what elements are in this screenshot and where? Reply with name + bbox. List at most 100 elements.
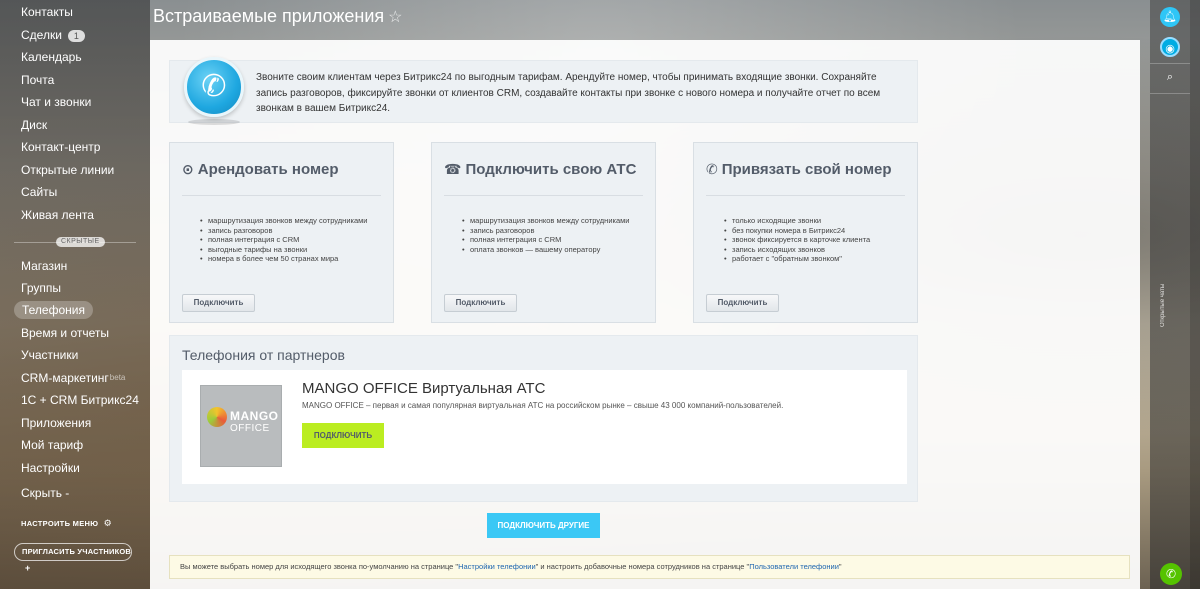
search-icon[interactable]: ⌕ — [1160, 67, 1180, 87]
counter-badge: 1 — [67, 29, 85, 42]
sidebar-item-label: Сделки — [21, 28, 62, 42]
sidebar-item-label: Открытые линии — [21, 163, 115, 177]
sidebar-item-label: Диск — [21, 118, 48, 132]
bell-icon[interactable]: 🔔︎ — [1160, 7, 1180, 27]
feature-list: только исходящие звонки без покупки номе… — [724, 216, 909, 264]
invite-members-button[interactable]: ПРИГЛАСИТЬ УЧАСТНИКОВ + — [14, 543, 132, 573]
sidebar-item-telephony[interactable]: Телефония — [0, 299, 150, 321]
footer-note: Вы можете выбрать номер для исходящего з… — [169, 555, 1130, 579]
telephony-settings-link[interactable]: Настройки телефонии — [458, 562, 536, 571]
partners-title: Телефония от партнеров — [182, 347, 345, 363]
star-icon[interactable]: ☆ — [388, 9, 402, 26]
mango-connect-button[interactable]: ПОДКЛЮЧИТЬ — [302, 423, 384, 448]
logo-text: OFFICE — [230, 423, 270, 434]
sidebar-item-groups[interactable]: Группы — [0, 277, 150, 299]
hidden-label: СКРЫТЫЕ — [56, 237, 105, 247]
list-item: полная интеграция с CRM — [200, 235, 385, 245]
partners-section: Телефония от партнеров MANGO OFFICE MANG… — [169, 335, 918, 502]
feature-list: маршрутизация звонков между сотрудниками… — [200, 216, 385, 264]
list-item: работает с "обратным звонком" — [724, 254, 909, 264]
sidebar-item-contact-center[interactable]: Контакт-центр — [0, 136, 150, 158]
sidebar-item-label: Магазин — [21, 259, 68, 273]
partner-card: MANGO OFFICE MANGO OFFICE Виртуальная АТ… — [182, 370, 907, 484]
sidebar-item-time-reports[interactable]: Время и отчеты — [0, 322, 150, 344]
sidebar-item-label: Скрыть - — [21, 486, 70, 500]
connect-pbx-button[interactable]: Подключить — [444, 294, 517, 312]
telephony-users-link[interactable]: Пользователи телефонии — [749, 562, 839, 571]
sidebar-item-settings[interactable]: Настройки — [0, 457, 150, 479]
sidebar-item-deals[interactable]: Сделки 1 — [0, 24, 150, 46]
sidebar-item-label: Настройки — [21, 461, 80, 475]
phone-icon-shadow — [188, 119, 240, 125]
sidebar-item-live-feed[interactable]: Живая лента — [0, 204, 150, 226]
sidebar-item-label: Контакт-центр — [21, 140, 101, 154]
partner-description: MANGO OFFICE – первая и самая популярная… — [302, 401, 784, 410]
panel-divider — [1150, 93, 1190, 94]
card-title: ✆ Привязать свой номер — [706, 161, 892, 178]
configure-menu-button[interactable]: НАСТРОИТЬ МЕНЮ ⚙ — [21, 519, 112, 529]
footer-text: " — [838, 562, 842, 571]
sidebar-item-my-plan[interactable]: Мой тариф — [0, 434, 150, 456]
banner-text: Звоните своим клиентам через Битрикс24 п… — [256, 72, 881, 114]
rent-number-connect-button[interactable]: Подключить — [182, 294, 255, 312]
list-item: оплата звонков — вашему оператору — [462, 245, 647, 255]
panel-divider — [1150, 63, 1190, 64]
list-item: полная интеграция с CRM — [462, 235, 647, 245]
gear-icon: ⚙ — [103, 519, 113, 529]
card-title: ☎ Подключить свою АТС — [444, 161, 636, 178]
sidebar-item-mail[interactable]: Почта — [0, 69, 150, 91]
sidebar-item-members[interactable]: Участники — [0, 344, 150, 366]
sidebar-item-label: Календарь — [21, 50, 82, 64]
rent-number-icon: ⊙ — [182, 162, 194, 178]
main-content: ✆ Звоните своим клиентам через Битрикс24… — [150, 40, 1140, 589]
card-title-text: Подключить свою АТС — [465, 161, 637, 178]
sidebar-item-open-lines[interactable]: Открытые линии — [0, 159, 150, 181]
open-chats-label[interactable]: Открытые чаты — [1160, 275, 1180, 335]
list-item: маршрутизация звонков между сотрудниками — [462, 216, 647, 226]
sidebar-item-shop[interactable]: Магазин — [0, 255, 150, 277]
sidebar-item-label: Живая лента — [21, 208, 94, 222]
sidebar-item-label: Группы — [21, 281, 61, 295]
sidebar-item-label: Время и отчеты — [21, 326, 110, 340]
chat-icon[interactable]: ◉ — [1160, 37, 1180, 57]
mango-office-logo: MANGO OFFICE — [200, 385, 282, 467]
sidebar-item-label: CRM-маркетинг — [21, 371, 109, 385]
connect-pbx-card: ☎Подключить свою АТС маршрутизация звонк… — [431, 142, 656, 323]
sidebar-item-disk[interactable]: Диск — [0, 114, 150, 136]
sidebar-item-label: Почта — [21, 73, 55, 87]
sidebar-item-applications[interactable]: Приложения — [0, 412, 150, 434]
page-title-text: Встраиваемые приложения — [153, 6, 385, 26]
sidebar-item-crm-marketing[interactable]: CRM-маркетингbeta — [0, 367, 150, 389]
page-title: Встраиваемые приложения ☆ — [153, 6, 403, 27]
connect-others-button[interactable]: ПОДКЛЮЧИТЬ ДРУГИЕ — [487, 513, 600, 538]
sidebar-item-chat-calls[interactable]: Чат и звонки — [0, 91, 150, 113]
phone-icon: ✆ — [184, 57, 244, 117]
sidebar-item-label: Мой тариф — [21, 438, 84, 452]
link-number-connect-button[interactable]: Подключить — [706, 294, 779, 312]
list-item: номера в более чем 50 странах мира — [200, 254, 385, 264]
sidebar-item-label: Телефония — [14, 301, 93, 319]
hidden-items-divider: СКРЫТЫЕ — [14, 236, 136, 248]
scrollbar[interactable] — [1190, 0, 1200, 589]
footer-text: Вы можете выбрать номер для исходящего з… — [180, 562, 459, 571]
list-item: маршрутизация звонков между сотрудниками — [200, 216, 385, 226]
list-item: запись разговоров — [200, 226, 385, 236]
sidebar-item-hide[interactable]: Скрыть - — [0, 482, 150, 504]
sidebar-item-calendar[interactable]: Календарь — [0, 46, 150, 68]
list-item: без покупки номера в Битрикс24 — [724, 226, 909, 236]
footer-text: " и настроить добавочные номера сотрудни… — [535, 562, 750, 571]
card-title-text: Арендовать номер — [197, 161, 339, 178]
list-item: звонок фиксируется в карточке клиента — [724, 235, 909, 245]
card-divider — [444, 195, 643, 196]
feature-list: маршрутизация звонков между сотрудниками… — [462, 216, 647, 254]
sidebar-item-sites[interactable]: Сайты — [0, 181, 150, 203]
phone-call-icon[interactable]: ✆ — [1160, 563, 1182, 585]
sidebar-item-contacts[interactable]: Контакты — [0, 1, 150, 23]
configure-menu-label: НАСТРОИТЬ МЕНЮ — [21, 519, 99, 528]
sidebar-item-1c-crm[interactable]: 1С + CRM Битрикс24 — [0, 389, 150, 411]
sidebar-item-label: 1С + CRM Битрикс24 — [21, 393, 139, 407]
sidebar-item-label: Сайты — [21, 185, 58, 199]
card-title-text: Привязать свой номер — [721, 161, 892, 178]
invite-label: ПРИГЛАСИТЬ УЧАСТНИКОВ — [22, 547, 132, 556]
left-sidebar: Контакты Сделки 1 Календарь Почта Чат и з… — [0, 0, 150, 589]
